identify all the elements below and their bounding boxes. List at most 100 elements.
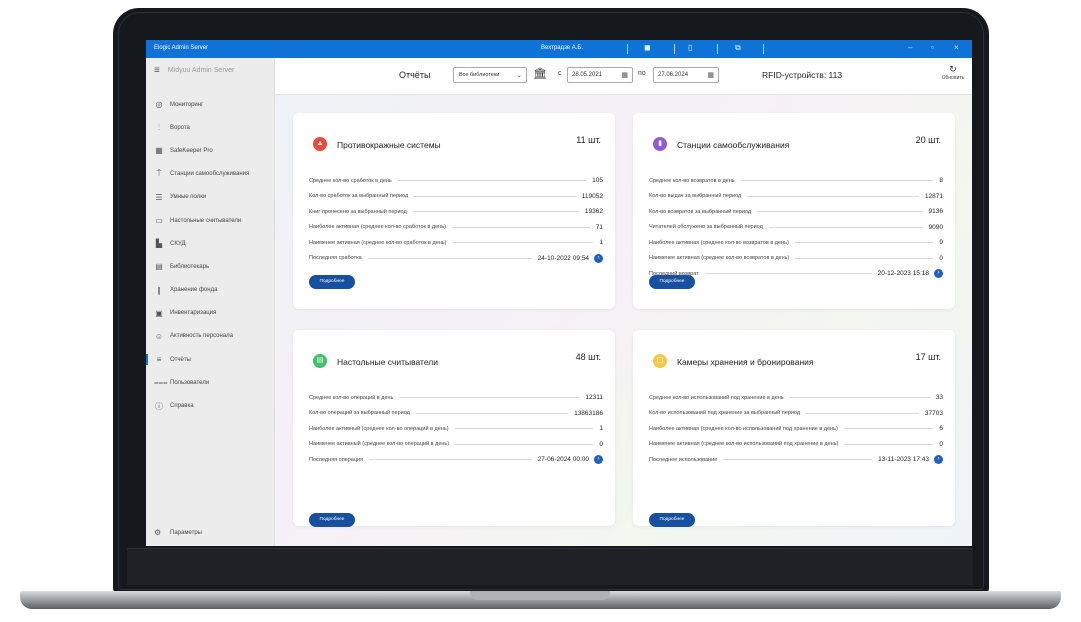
app-screen: Elogic Admin Server Вехтрадзе А.Б. ◼ ▯ ⧉… — [146, 40, 972, 546]
notification-icon[interactable]: ◼ — [644, 43, 651, 52]
leader-line — [412, 211, 579, 213]
stat-label: Последнее использование — [649, 456, 718, 463]
leader-line — [794, 242, 934, 244]
maximize-icon[interactable]: ▫ — [931, 43, 934, 52]
leader-line — [704, 273, 872, 275]
close-icon[interactable]: × — [954, 43, 959, 52]
inventory-icon: ▣ — [155, 308, 163, 318]
sidebar-item-inventory[interactable]: ▣ Инвентаризация — [146, 302, 274, 325]
stat-value: 119052 — [581, 192, 603, 200]
stat-row: Последняя сработка 24-10-2022 09:54 › — [309, 251, 603, 267]
card-title: Настольные считыватели — [337, 357, 438, 367]
chevron-right-icon[interactable]: › — [594, 253, 603, 263]
monitor-icon: ◎ — [155, 100, 163, 110]
library-building-icon[interactable]: 🏛 — [533, 67, 547, 80]
sidebar-item-desk-readers[interactable]: ▭ Настольные считыватели — [146, 209, 274, 232]
locker-icon: ▢ — [653, 354, 667, 368]
screen-icon[interactable]: ⧉ — [735, 43, 741, 53]
stat-value: 0 — [939, 440, 943, 448]
stat-label: Среднее кол-во сработок в день — [309, 177, 392, 184]
stat-value: 33 — [935, 394, 943, 402]
stat-row: Наиболее активная (среднее кол-во сработ… — [309, 220, 603, 236]
sidebar-item-librarian[interactable]: ▤ Библиотекарь — [146, 255, 274, 278]
stat-row: Среднее кол-во сработок в день 105 — [309, 173, 603, 189]
stat-label: Наименее активная (среднее кол-во исполь… — [649, 441, 839, 448]
date-to-value: 27.06.2024 — [658, 72, 689, 78]
stats-list: Среднее кол-во операций в день 12311 Кол-… — [309, 390, 603, 468]
stat-value: 9 — [939, 239, 943, 247]
stat-row: Наиболее активный (среднее кол-во операц… — [309, 421, 603, 437]
refresh-button[interactable]: ↻ Обновить — [938, 64, 968, 81]
sidebar-item-label: Ворота — [170, 124, 190, 131]
leader-line — [844, 443, 934, 445]
chevron-down-icon: ⌄ — [516, 72, 522, 79]
details-button[interactable]: Подробнее — [309, 275, 355, 289]
sidebar-item-users[interactable]: ⩶ Пользователи — [146, 371, 274, 394]
date-from-label: с — [558, 70, 562, 77]
stat-value: 20-12-2023 15:18 — [877, 270, 929, 278]
stat-row: Наименее активная (среднее кол-во возвра… — [649, 251, 943, 267]
stat-row: Кол-во выдач за выбранный период 12871 — [649, 189, 943, 205]
stat-label: Кол-во выдач за выбранный период — [649, 193, 742, 200]
details-button[interactable]: Подробнее — [309, 513, 355, 527]
stat-label: Кол-во возвратов за выбранный период — [649, 208, 752, 215]
stat-row: Кол-во возвратов за выбранный период 9136 — [649, 204, 943, 220]
leader-line — [452, 242, 594, 244]
calendar-icon[interactable]: ▦ — [621, 71, 628, 79]
sidebar-item-monitoring[interactable]: ◎ Мониторинг — [146, 93, 274, 116]
stat-value: 13863186 — [574, 409, 603, 417]
library-select[interactable]: Все библиотеки ⌄ — [453, 67, 527, 83]
details-button[interactable]: Подробнее — [649, 513, 695, 527]
main-content: Отчёты Все библиотеки ⌄ 🏛 с 28.05.2021 ▦… — [275, 58, 972, 546]
sidebar-item-storage[interactable]: ∥ Хранение фонда — [146, 279, 274, 302]
sidebar-item-settings[interactable]: ⚙ Параметры — [154, 528, 202, 537]
sidebar-item-gates[interactable]: ⫶ Ворота — [146, 116, 274, 139]
details-button[interactable]: Подробнее — [649, 275, 695, 289]
date-from-field[interactable]: 28.05.2021 ▦ — [567, 67, 633, 83]
chevron-right-icon[interactable]: › — [934, 455, 943, 465]
leader-line — [399, 397, 580, 399]
stat-row: Кол-во операций за выбранный период 13863… — [309, 406, 603, 422]
leader-line — [367, 257, 532, 259]
library-select-value: Все библиотеки — [459, 72, 500, 78]
sidebar-item-smart-shelves[interactable]: ☰ Умные полки — [146, 186, 274, 209]
stat-label: Наиболее активный (среднее кол-во операц… — [309, 425, 449, 432]
kiosk-icon: ⍑ — [156, 169, 162, 179]
sidebar-item-label: Станции самообслуживания — [170, 171, 250, 178]
stat-row: Наименее активный (среднее кол-во операц… — [309, 437, 603, 453]
stat-row: Последняя операция 27-06-2024 00:00 › — [309, 452, 603, 468]
chevron-right-icon[interactable]: › — [594, 455, 603, 465]
hamburger-icon[interactable]: ≡ — [154, 65, 160, 76]
sidebar-item-reports[interactable]: ≡ Отчёты — [146, 348, 274, 371]
sidebar-item-label: Хранение фонда — [170, 287, 218, 294]
stat-label: Среднее кол-во возвратов в день — [649, 177, 735, 184]
page-title: Отчёты — [399, 70, 431, 80]
stat-value: 105 — [592, 177, 603, 185]
sidebar-item-staff-activity[interactable]: ☺ Активность персонала — [146, 325, 274, 348]
stat-label: Среднее кол-во использований под хранени… — [649, 394, 784, 401]
stat-row: Читателей обслужено за выбранный период 9… — [649, 220, 943, 236]
calendar-icon[interactable]: ▦ — [707, 71, 714, 79]
sidebar-item-label: Пользователи — [170, 379, 210, 386]
leader-line — [369, 459, 532, 461]
sidebar-item-kiosks[interactable]: ⍑ Станции самообслуживания — [146, 163, 274, 186]
leader-line — [414, 195, 576, 197]
gate-icon: ⫶ — [158, 122, 160, 132]
sidebar-item-safekeeper[interactable]: ▦ SafeKeeper Pro — [146, 139, 274, 162]
sidebar-item-access-control[interactable]: ▙ СКУД — [146, 232, 274, 255]
stat-row: Среднее кол-во возвратов в день 8 — [649, 173, 943, 189]
titlebar-separator — [674, 44, 675, 54]
reader-icon: ▤ — [313, 354, 327, 368]
stat-value: 0 — [939, 254, 943, 262]
sidebar-item-help[interactable]: ⓘ Справка — [146, 394, 274, 417]
minimize-icon[interactable]: – — [908, 43, 912, 52]
date-to-field[interactable]: 27.06.2024 ▦ — [653, 67, 719, 83]
sidebar-item-label: Справка — [170, 403, 194, 410]
sidebar-item-label: Умные полки — [170, 194, 207, 201]
current-user[interactable]: Вехтрадзе А.Б. — [541, 45, 583, 51]
stat-row: Среднее кол-во операций в день 12311 — [309, 390, 603, 406]
card-count: 17 шт. — [915, 352, 941, 362]
date-from-value: 28.05.2021 — [572, 72, 603, 78]
document-icon[interactable]: ▯ — [688, 43, 692, 52]
chevron-right-icon[interactable]: › — [934, 269, 943, 279]
